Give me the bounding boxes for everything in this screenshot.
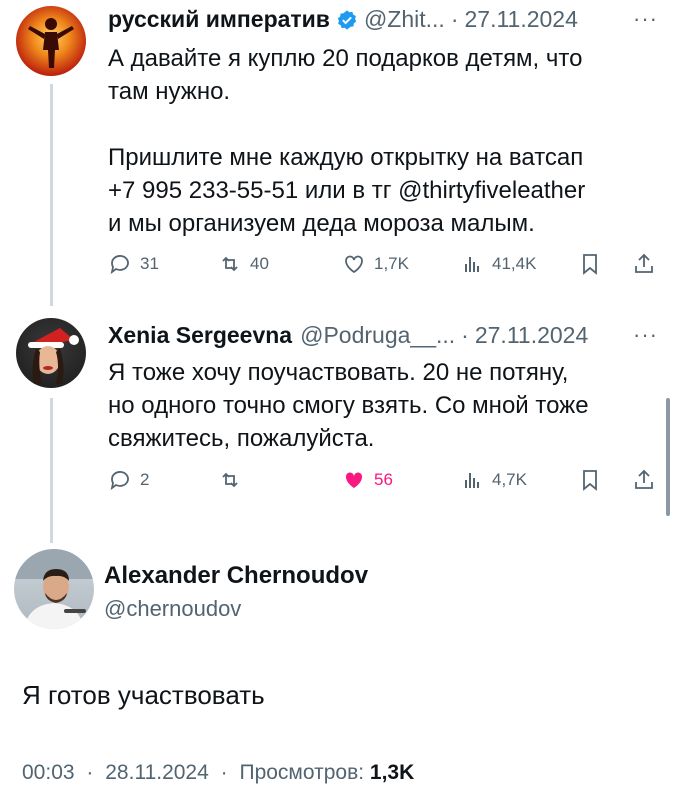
author-name[interactable]: Xenia Sergeevna bbox=[108, 322, 292, 349]
tweet-actions: 2 56 4,7K bbox=[108, 468, 658, 498]
tweet-header: Xenia Sergeevna @Podruga__... · 27.11.20… bbox=[108, 322, 588, 349]
views-button[interactable]: 41,4K bbox=[460, 252, 536, 276]
author-handle[interactable]: @chernoudov bbox=[104, 596, 241, 622]
tweet-text: Я готов участвовать bbox=[22, 680, 265, 710]
repost-icon bbox=[222, 472, 238, 488]
tweet-header: русский императив @Zhit... · 27.11.2024 bbox=[108, 6, 578, 33]
views-count: 1,3K bbox=[369, 761, 415, 784]
like-button[interactable]: 1,7K bbox=[342, 252, 409, 276]
separator-dot: · bbox=[450, 6, 459, 32]
verified-badge-icon bbox=[337, 9, 357, 30]
reply-button[interactable]: 31 bbox=[108, 252, 159, 276]
tweet-time[interactable]: 00:03 bbox=[22, 761, 75, 784]
repost-icon bbox=[222, 256, 238, 272]
bookmark-icon bbox=[583, 254, 597, 275]
like-count: 1,7K bbox=[374, 254, 409, 273]
share-button[interactable] bbox=[632, 252, 664, 276]
views-chart-icon bbox=[465, 257, 479, 272]
reply-icon bbox=[110, 471, 129, 491]
views-count: 4,7K bbox=[492, 470, 527, 489]
like-button[interactable]: 56 bbox=[342, 468, 393, 492]
tweet-text: А давайте я куплю 20 подарков детям, что… bbox=[108, 45, 586, 237]
more-options-icon[interactable]: ··· bbox=[633, 6, 658, 32]
bookmark-button[interactable] bbox=[578, 252, 610, 276]
views-button[interactable]: 4,7K bbox=[460, 468, 527, 492]
share-icon bbox=[635, 469, 653, 489]
tweet-date[interactable]: 28.11.2024 bbox=[105, 761, 209, 784]
bookmark-icon bbox=[583, 470, 597, 491]
separator-dot: · bbox=[86, 761, 94, 784]
repost-count: 40 bbox=[250, 254, 269, 273]
bookmark-button[interactable] bbox=[578, 468, 610, 492]
share-icon bbox=[635, 253, 653, 273]
heart-filled-icon bbox=[345, 472, 363, 488]
reply-button[interactable]: 2 bbox=[108, 468, 149, 492]
reply-count: 31 bbox=[140, 254, 159, 273]
views-chart-icon bbox=[465, 473, 479, 488]
reply-icon bbox=[110, 255, 129, 275]
avatar-xenia-sergeevna[interactable] bbox=[16, 318, 86, 388]
separator-dot: · bbox=[461, 322, 469, 348]
author-name[interactable]: русский императив bbox=[108, 6, 330, 33]
tweet-date[interactable]: 27.11.2024 bbox=[475, 322, 588, 349]
tweet-meta: 00:03 · 28.11.2024 · Просмотров: 1,3K bbox=[22, 761, 414, 785]
avatar-russkiy-imperativ[interactable] bbox=[16, 6, 86, 76]
tweet-text: Я тоже хочу поучаствовать. 20 не потяну,… bbox=[108, 359, 589, 452]
like-count: 56 bbox=[374, 470, 393, 489]
scrollbar[interactable] bbox=[666, 398, 670, 516]
thread-line bbox=[50, 398, 53, 543]
views-label: Просмотров: bbox=[239, 761, 365, 784]
views-count: 41,4K bbox=[492, 254, 537, 273]
tweet-date[interactable]: 27.11.2024 bbox=[464, 6, 577, 33]
tweet-actions: 31 40 1,7K 41,4K bbox=[108, 252, 658, 282]
author-name[interactable]: Alexander Chernoudov bbox=[104, 562, 368, 590]
author-handle[interactable]: @Podruga__... bbox=[300, 322, 455, 349]
author-handle[interactable]: @Zhit... bbox=[364, 6, 445, 33]
thread-line bbox=[50, 84, 53, 306]
repost-button[interactable] bbox=[218, 468, 250, 492]
repost-button[interactable]: 40 bbox=[218, 252, 269, 276]
share-button[interactable] bbox=[632, 468, 664, 492]
avatar-alexander-chernoudov[interactable] bbox=[14, 549, 94, 629]
heart-icon bbox=[345, 255, 363, 274]
more-options-icon[interactable]: ··· bbox=[633, 322, 658, 348]
separator-dot: · bbox=[220, 761, 228, 784]
reply-count: 2 bbox=[140, 470, 150, 489]
